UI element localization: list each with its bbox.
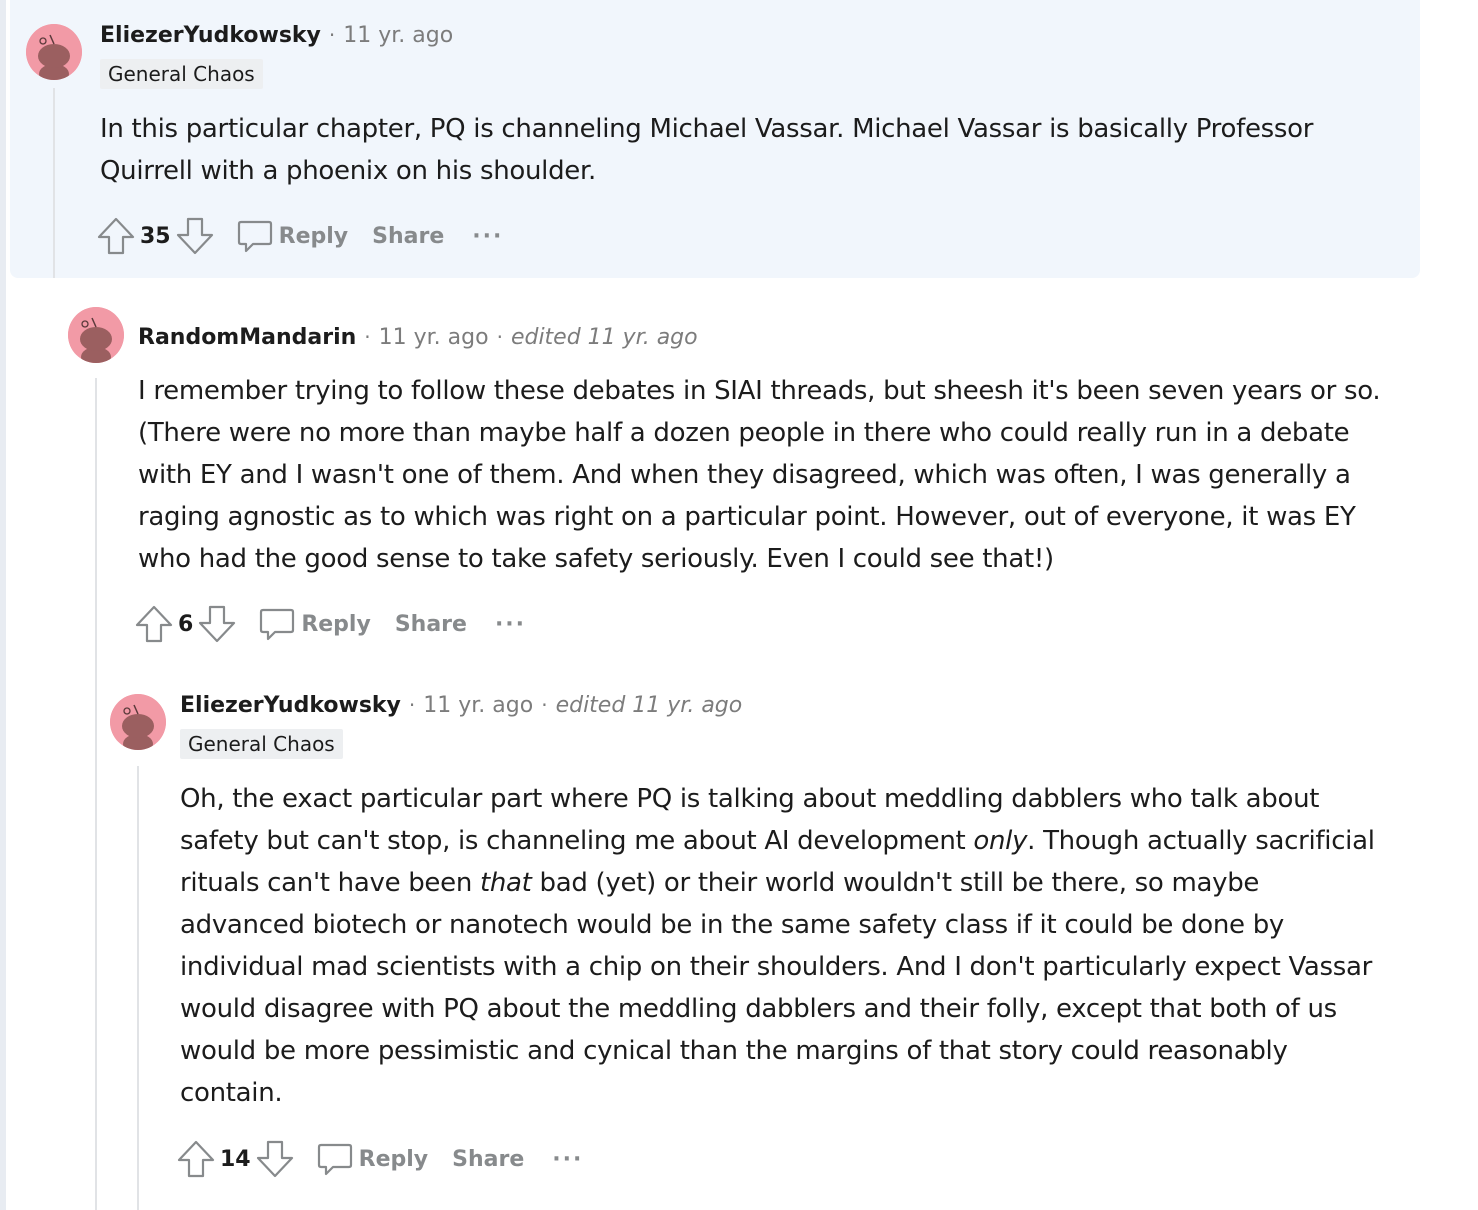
separator-dot: · [541, 693, 548, 717]
vote-score: 6 [178, 611, 194, 637]
snoo-avatar-icon [110, 694, 166, 750]
comment-paragraph: I remember trying to follow these debate… [138, 376, 1381, 574]
speech-bubble-icon [317, 1143, 352, 1176]
upvote-arrow-icon [177, 1140, 215, 1178]
edited-label: edited 11 yr. ago [555, 692, 743, 718]
thread-collapse-line[interactable] [95, 378, 97, 1210]
comment-action-bar: 35 Reply Share ··· [96, 214, 503, 258]
comment-header: EliezerYudkowsky · 11 yr. ago · edited 1… [180, 688, 742, 722]
reply-label: Reply [278, 223, 349, 249]
emphasis-text: that [479, 868, 532, 898]
comment-body: Oh, the exact particular part where PQ i… [180, 778, 1380, 1114]
username-link[interactable]: EliezerYudkowsky [100, 23, 321, 48]
comment-header: RandomMandarin · 11 yr. ago · edited 11 … [138, 320, 698, 354]
username-link[interactable]: EliezerYudkowsky [180, 693, 401, 718]
upvote-arrow-icon [135, 605, 173, 643]
reply-label: Reply [301, 611, 371, 637]
comment-header: EliezerYudkowsky · 11 yr. ago [100, 18, 453, 52]
user-flair: General Chaos [100, 59, 263, 89]
separator-dot: · [408, 693, 416, 717]
more-options-button[interactable]: ··· [472, 224, 503, 249]
more-options-button[interactable]: ··· [495, 612, 526, 637]
timestamp[interactable]: 11 yr. ago [423, 693, 533, 718]
downvote-arrow-icon [176, 217, 213, 255]
downvote-button[interactable] [255, 1137, 295, 1181]
share-button[interactable]: Share [395, 612, 467, 637]
comment-action-bar: 14 Reply Share ··· [176, 1137, 583, 1181]
snoo-avatar-icon [68, 307, 124, 363]
upvote-arrow-icon [97, 217, 135, 255]
comment-paragraph: Oh, the exact particular part where PQ i… [180, 778, 1380, 1114]
username-link[interactable]: RandomMandarin [138, 325, 356, 350]
emphasis-text: only [973, 826, 1028, 856]
comment-paragraph: In this particular chapter, PQ is channe… [100, 114, 1314, 186]
timestamp[interactable]: 11 yr. ago [343, 23, 453, 48]
edited-label: edited 11 yr. ago [510, 324, 698, 350]
user-flair: General Chaos [180, 729, 343, 759]
thread-collapse-line[interactable] [53, 88, 55, 278]
speech-bubble-icon [260, 608, 295, 641]
share-button[interactable]: Share [372, 224, 444, 249]
text-segment: bad (yet) or their world wouldn't still … [180, 868, 1373, 1108]
timestamp[interactable]: 11 yr. ago [379, 325, 489, 350]
separator-dot: · [328, 23, 336, 47]
downvote-button[interactable] [197, 602, 237, 646]
reply-label: Reply [358, 1146, 429, 1172]
upvote-button[interactable] [176, 1137, 216, 1181]
user-avatar[interactable] [26, 24, 82, 80]
separator-dot: · [496, 325, 503, 349]
downvote-button[interactable] [175, 214, 215, 258]
comment-action-bar: 6 Reply Share ··· [134, 602, 526, 646]
upvote-button[interactable] [96, 214, 136, 258]
thread-collapse-line[interactable] [137, 766, 139, 1210]
reply-button[interactable]: Reply [257, 604, 371, 644]
snoo-avatar-icon [26, 24, 82, 80]
separator-dot: · [364, 325, 371, 349]
vote-score: 14 [220, 1146, 251, 1172]
comment-body: In this particular chapter, PQ is channe… [100, 108, 1390, 192]
more-options-button[interactable]: ··· [552, 1147, 583, 1172]
vote-score: 35 [140, 223, 171, 249]
comment-body: I remember trying to follow these debate… [138, 370, 1383, 580]
reply-button[interactable]: Reply [235, 216, 349, 256]
downvote-arrow-icon [256, 1140, 293, 1178]
user-avatar[interactable] [110, 694, 166, 750]
upvote-button[interactable] [134, 602, 174, 646]
user-avatar[interactable] [68, 307, 124, 363]
share-button[interactable]: Share [452, 1147, 524, 1172]
left-thread-rail [0, 0, 6, 1210]
reply-button[interactable]: Reply [315, 1139, 429, 1179]
downvote-arrow-icon [199, 605, 236, 643]
speech-bubble-icon [237, 220, 272, 253]
